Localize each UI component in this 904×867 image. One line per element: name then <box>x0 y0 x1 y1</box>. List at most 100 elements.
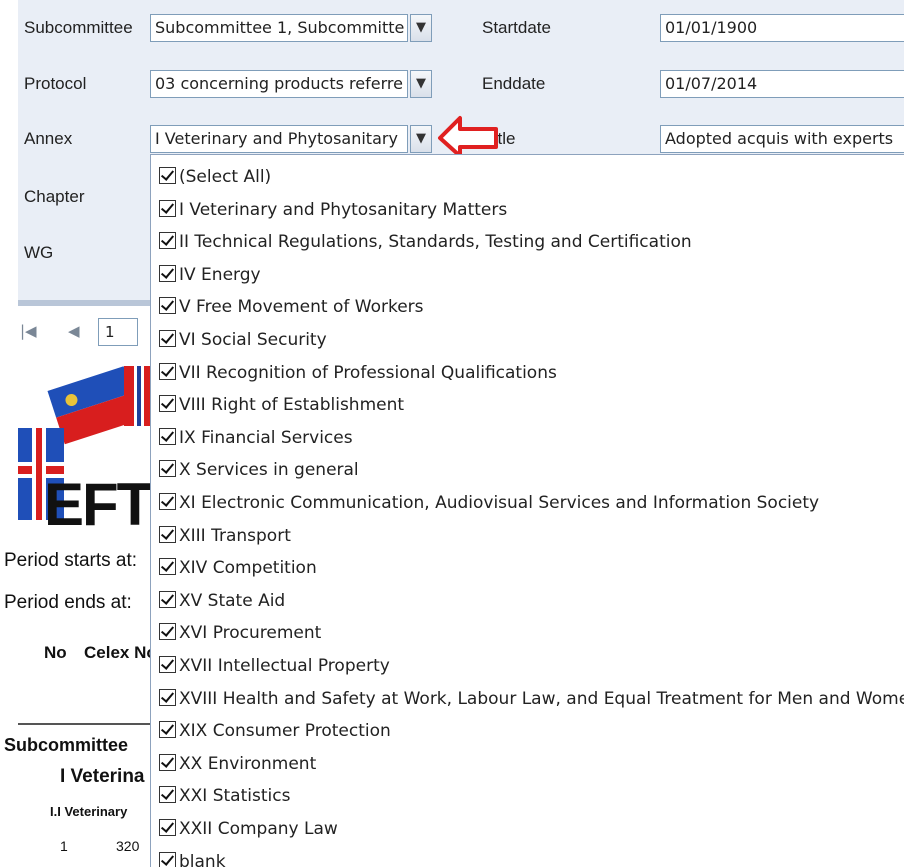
annex-option[interactable]: IV Energy <box>159 264 261 293</box>
annex-option[interactable]: IX Financial Services <box>159 427 353 456</box>
checkbox-checked-icon[interactable] <box>159 819 176 836</box>
annex-select[interactable]: I Veterinary and Phytosanitary <box>150 125 408 153</box>
annex-option-label: XIV Competition <box>179 558 317 579</box>
annex-option[interactable]: VII Recognition of Professional Qualific… <box>159 362 557 391</box>
annex-option-label: XXI Statistics <box>179 786 291 807</box>
checkbox-checked-icon[interactable] <box>159 525 176 543</box>
annex-option-label: XIII Transport <box>179 525 291 546</box>
report-row-celex: 320 <box>116 838 140 854</box>
report-toolbar: |◀ ◀ 1 <box>18 316 168 350</box>
annex-option[interactable]: blank <box>159 851 226 867</box>
chevron-down-icon: ▼ <box>416 20 426 35</box>
annex-option[interactable]: XXI Statistics <box>159 786 290 814</box>
annex-option[interactable]: V Free Movement of Workers <box>159 297 424 325</box>
protocol-select[interactable]: 03 concerning products referre <box>150 70 408 98</box>
checkbox-checked-icon[interactable] <box>159 264 176 282</box>
checkbox-checked-icon[interactable] <box>159 623 176 641</box>
checkbox-checked-icon[interactable] <box>159 721 176 739</box>
annex-label: Annex <box>24 129 73 148</box>
annex-dropdown-button[interactable]: ▼ <box>410 125 432 153</box>
enddate-label: Enddate <box>482 74 546 93</box>
annex-option-label: XXII Company Law <box>179 819 338 839</box>
checkbox-checked-icon[interactable] <box>159 688 176 706</box>
annex-option[interactable]: XIII Transport <box>159 525 291 554</box>
annex-option-label: blank <box>179 851 226 867</box>
checkbox-checked-icon[interactable] <box>159 786 176 804</box>
column-header-celex: Celex No <box>84 643 157 662</box>
checkbox-checked-icon[interactable] <box>159 427 176 445</box>
annex-option-label: II Technical Regulations, Standards, Tes… <box>179 232 692 253</box>
startdate-input[interactable]: 01/01/1900 <box>660 14 904 42</box>
annex-option[interactable]: XVI Procurement <box>159 623 321 651</box>
chapter-heading: I.I Veterinary <box>50 804 128 819</box>
checkbox-checked-icon[interactable] <box>159 493 176 510</box>
annex-option[interactable]: XIV Competition <box>159 558 317 586</box>
checkbox-checked-icon[interactable] <box>159 362 176 380</box>
annex-heading: I Veterina <box>60 766 145 787</box>
checkbox-checked-icon[interactable] <box>159 395 176 413</box>
checkbox-checked-icon[interactable] <box>159 330 176 347</box>
annex-option-label: XI Electronic Communication, Audiovisual… <box>179 493 820 513</box>
annex-option[interactable]: I Veterinary and Phytosanitary Matters <box>159 199 508 228</box>
annex-option-label: XV State Aid <box>179 590 286 611</box>
checkbox-checked-icon[interactable] <box>159 460 176 478</box>
page-number-input[interactable]: 1 <box>98 318 138 346</box>
checkbox-checked-icon[interactable] <box>159 297 176 315</box>
annex-option-label: VII Recognition of Professional Qualific… <box>179 362 557 383</box>
checkbox-checked-icon[interactable] <box>159 167 176 184</box>
checkbox-checked-icon[interactable] <box>159 590 176 608</box>
subcommittee-select[interactable]: Subcommittee 1, Subcommitte <box>150 14 408 42</box>
annex-option[interactable]: (Select All) <box>159 167 271 195</box>
annex-option[interactable]: VI Social Security <box>159 330 327 358</box>
title-input[interactable]: Adopted acquis with experts <box>660 125 904 153</box>
annex-option[interactable]: XV State Aid <box>159 590 286 619</box>
period-ends-label: Period ends at: <box>4 592 132 613</box>
checkbox-checked-icon[interactable] <box>159 232 176 250</box>
annex-option[interactable]: VIII Right of Establishment <box>159 395 404 423</box>
annex-option-label: XVIII Health and Safety at Work, Labour … <box>179 688 904 709</box>
annex-option-label: VI Social Security <box>179 330 327 350</box>
checkbox-checked-icon[interactable] <box>159 753 176 771</box>
prev-page-icon[interactable]: ◀ <box>68 322 80 340</box>
annex-option-label: I Veterinary and Phytosanitary Matters <box>179 199 508 220</box>
checkbox-checked-icon[interactable] <box>159 199 176 217</box>
column-header-no: No <box>44 643 67 662</box>
annex-option-label: IX Financial Services <box>179 427 353 448</box>
checkbox-checked-icon[interactable] <box>159 558 176 576</box>
first-page-icon[interactable]: |◀ <box>20 322 37 340</box>
subcommittee-dropdown-button[interactable]: ▼ <box>410 14 432 42</box>
annex-option-label: (Select All) <box>179 167 272 187</box>
annex-option-label: XIX Consumer Protection <box>179 721 391 742</box>
annotation-arrow-icon <box>438 116 498 156</box>
annex-option[interactable]: XXII Company Law <box>159 819 338 847</box>
protocol-dropdown-button[interactable]: ▼ <box>410 70 432 98</box>
annex-option[interactable]: XVII Intellectual Property <box>159 656 390 684</box>
annex-option-label: IV Energy <box>179 264 261 285</box>
annex-option[interactable]: II Technical Regulations, Standards, Tes… <box>159 232 692 260</box>
protocol-label: Protocol <box>24 74 87 93</box>
annex-option[interactable]: XI Electronic Communication, Audiovisual… <box>159 493 819 521</box>
period-starts-label: Period starts at: <box>4 550 138 571</box>
chevron-down-icon: ▼ <box>416 76 426 91</box>
annex-option[interactable]: XVIII Health and Safety at Work, Labour … <box>159 688 904 717</box>
checkbox-checked-icon[interactable] <box>159 656 176 673</box>
annex-option[interactable]: XIX Consumer Protection <box>159 721 391 749</box>
wg-label: WG <box>24 243 54 262</box>
annex-option-label: XVI Procurement <box>179 623 322 644</box>
annex-option-label: VIII Right of Establishment <box>179 395 405 416</box>
annex-option[interactable]: XX Environment <box>159 753 317 782</box>
annex-option[interactable]: X Services in general <box>159 460 359 488</box>
chapter-label: Chapter <box>24 187 85 206</box>
enddate-input[interactable]: 01/07/2014 <box>660 70 904 98</box>
chevron-down-icon: ▼ <box>416 131 426 146</box>
annex-option-label: XX Environment <box>179 753 317 774</box>
annex-option-label: V Free Movement of Workers <box>179 297 424 318</box>
checkbox-checked-icon[interactable] <box>159 851 176 867</box>
report-row-no: 1 <box>60 838 68 854</box>
annex-option-label: X Services in general <box>179 460 359 481</box>
report-divider <box>18 723 158 725</box>
subcommittee-label: Subcommittee <box>24 18 133 37</box>
efta-logo-text: EFT <box>44 471 153 538</box>
annex-option-label: XVII Intellectual Property <box>179 656 390 676</box>
annex-dropdown-list[interactable]: (Select All) I Veterinary and Phytosanita… <box>150 154 904 867</box>
